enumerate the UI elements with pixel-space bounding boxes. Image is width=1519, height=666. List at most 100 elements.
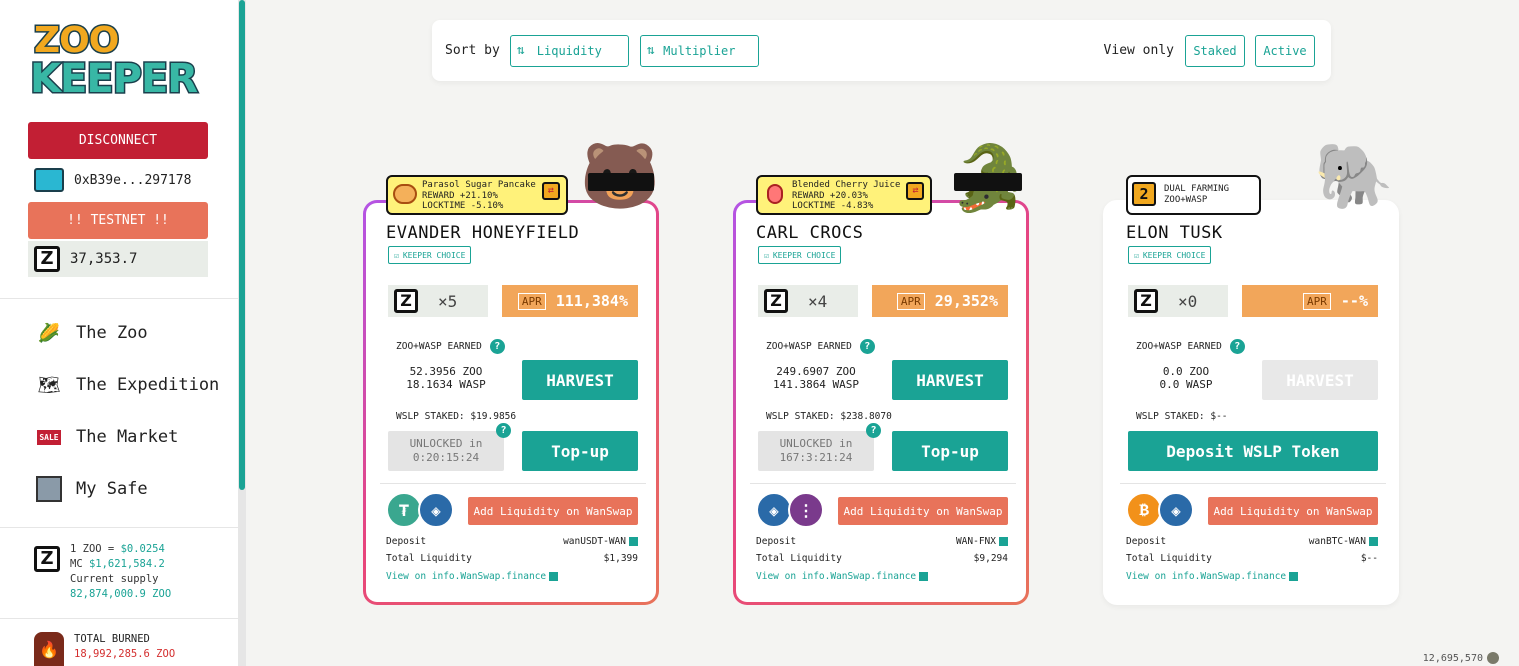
filter-staked-button[interactable]: Staked <box>1185 34 1245 67</box>
sort-filter-bar: Sort by ⇅ Liquidity ⇅ Multiplier View on… <box>432 20 1331 81</box>
sidebar: ZOO KEEPER DISCONNECT 0xB39e...297178 !!… <box>0 0 246 666</box>
sort-by-label: Sort by <box>445 43 500 58</box>
usdt-token-icon: ₮ <box>386 492 422 528</box>
topup-button[interactable]: Top-up <box>892 431 1008 471</box>
swap-icon[interactable]: ⇄ <box>541 182 560 200</box>
badge-label: KEEPER CHOICE <box>772 250 836 260</box>
expedition-icon: 🗺 <box>37 374 61 396</box>
unlock-button[interactable]: UNLOCKED in 167:3:21:24 ? <box>758 423 881 471</box>
wan-token-icon: ◈ <box>1158 492 1194 528</box>
help-icon[interactable]: ? <box>496 423 511 438</box>
info-wanswap-link[interactable]: View on info.WanSwap.finance <box>756 571 929 582</box>
liquidity-label: Total Liquidity <box>756 553 842 564</box>
apr-value: 111,384% <box>555 292 628 310</box>
external-link-icon <box>549 572 559 581</box>
help-icon[interactable]: ? <box>489 339 505 354</box>
unlock-button[interactable]: UNLOCKED in 0:20:15:24 ? <box>388 423 511 471</box>
help-icon[interactable]: ? <box>1229 339 1245 354</box>
boost-tag[interactable]: Blended Cherry Juice REWARD +20.03% LOCK… <box>756 175 933 215</box>
boost-locktime: LOCKTIME -5.10% <box>422 201 504 211</box>
sunglasses-icon <box>588 173 654 191</box>
topup-button[interactable]: Top-up <box>522 431 638 471</box>
testnet-button[interactable]: !! TESTNET !! <box>28 202 208 239</box>
earned-label-row: ZOO+WASP EARNED ? <box>766 339 875 354</box>
wallet-address-row[interactable]: 0xB39e...297178 <box>34 168 191 192</box>
help-icon[interactable]: ? <box>866 423 881 438</box>
sort-multiplier-label: Multiplier <box>663 43 736 58</box>
fnx-token-icon: ⋮ <box>788 492 824 528</box>
swap-icon[interactable]: ⇄ <box>906 182 925 200</box>
add-liquidity-button[interactable]: Add Liquidity on WanSwap <box>838 497 1008 525</box>
footer-counter: 12,695,570 <box>1423 652 1499 664</box>
zoo-balance: Z 37,353.7 <box>28 241 208 277</box>
deposit-label: Deposit <box>386 536 427 547</box>
disconnect-button[interactable]: DISCONNECT <box>28 122 208 159</box>
deposit-pair: wanUSDT-WAN <box>563 536 626 547</box>
card-divider <box>750 483 1016 484</box>
zoo-earned: 249.6907 ZOO <box>776 365 856 378</box>
farm-card: Blended Cherry Juice REWARD +20.03% LOCK… <box>733 147 1030 605</box>
harvest-button[interactable]: HARVEST <box>1262 360 1378 400</box>
zoo-icon: 🌽 <box>37 322 61 344</box>
coin-icon <box>1487 652 1499 664</box>
check-icon: ☑ <box>1134 250 1139 260</box>
wslp-staked: WSLP STAKED: $-- <box>1136 411 1228 422</box>
nav-item-the-expedition[interactable]: 🗺 The Expedition <box>34 370 220 400</box>
help-icon[interactable]: ? <box>859 339 875 354</box>
filter-active-button[interactable]: Active <box>1255 34 1315 67</box>
deposit-row: Deposit WAN-FNX <box>756 536 1008 547</box>
burned-label: TOTAL BURNED <box>74 633 150 645</box>
current-supply: 82,874,000.9 ZOO <box>70 588 172 600</box>
sort-liquidity-button[interactable]: ⇅ Liquidity <box>509 34 629 67</box>
btc-token-icon: ₿ <box>1126 492 1162 528</box>
external-link-icon <box>1289 572 1299 581</box>
deposit-label: Deposit <box>1126 536 1167 547</box>
pancake-icon <box>393 184 417 204</box>
market-cap: $1,621,584.2 <box>88 558 165 570</box>
sort-multiplier-button[interactable]: ⇅ Multiplier <box>639 34 759 67</box>
sidebar-scroll-thumb[interactable] <box>239 0 245 490</box>
card-title: EVANDER HONEYFIELD <box>386 223 580 243</box>
supply-label: Current supply <box>70 573 159 585</box>
farm-card: 2 DUAL FARMING ZOO+WASP 🐘 ELON TUSK ☑ KEE… <box>1103 145 1399 605</box>
deposit-link[interactable]: wanBTC-WAN <box>1309 536 1378 547</box>
boost-tag[interactable]: Parasol Sugar Pancake REWARD +21.10% LOC… <box>386 175 568 215</box>
deposit-link[interactable]: wanUSDT-WAN <box>563 536 638 547</box>
nav-item-my-safe[interactable]: My Safe <box>34 474 148 504</box>
zoo-token-icon: Z <box>34 546 60 572</box>
dual-farming-label: DUAL FARMING <box>1164 184 1230 194</box>
earned-amounts: 249.6907 ZOO 141.3864 WASP <box>766 365 866 391</box>
boost-reward: REWARD +20.03% <box>792 190 868 201</box>
add-liquidity-button[interactable]: Add Liquidity on WanSwap <box>1208 497 1378 525</box>
deposit-link[interactable]: WAN-FNX <box>956 536 1008 547</box>
zoo-stats: Z 1 ZOO = $0.0254 MC $1,621,584.2 Curren… <box>34 542 171 602</box>
safe-icon <box>34 474 64 504</box>
info-wanswap-link[interactable]: View on info.WanSwap.finance <box>386 571 559 582</box>
logo-line-2: KEEPER <box>28 55 199 104</box>
nav-item-the-market[interactable]: SALE The Market <box>34 422 178 452</box>
nav-label: The Zoo <box>76 323 148 343</box>
zoo-price: $0.0254 <box>120 543 165 555</box>
zoo-token-icon: Z <box>34 246 60 272</box>
apr-value: 29,352% <box>934 292 998 310</box>
earned-label: ZOO+WASP EARNED <box>1136 341 1222 352</box>
info-link-label: View on info.WanSwap.finance <box>1126 571 1287 582</box>
token-pair-icons: ◈ ⋮ <box>756 492 824 528</box>
harvest-button[interactable]: HARVEST <box>892 360 1008 400</box>
add-liquidity-button[interactable]: Add Liquidity on WanSwap <box>468 497 638 525</box>
wallet-address: 0xB39e...297178 <box>74 172 192 188</box>
nav-item-the-zoo[interactable]: 🌽 The Zoo <box>34 318 148 348</box>
zookeeper-logo[interactable]: ZOO KEEPER <box>28 19 208 104</box>
deposit-wslp-button[interactable]: Deposit WSLP Token <box>1128 431 1378 471</box>
card-divider <box>380 483 646 484</box>
wasp-earned: 0.0 WASP <box>1159 378 1213 391</box>
sunglasses-icon <box>954 173 1022 191</box>
keeper-choice-badge: ☑ KEEPER CHOICE <box>388 246 472 264</box>
deposit-row: Deposit wanBTC-WAN <box>1126 536 1378 547</box>
liquidity-label: Total Liquidity <box>1126 553 1212 564</box>
info-wanswap-link[interactable]: View on info.WanSwap.finance <box>1126 571 1299 582</box>
harvest-button[interactable]: HARVEST <box>522 360 638 400</box>
keeper-choice-badge: ☑ KEEPER CHOICE <box>1128 246 1212 264</box>
unlock-label: UNLOCKED in <box>779 437 853 450</box>
multiplier-value: ×0 <box>1178 291 1198 311</box>
